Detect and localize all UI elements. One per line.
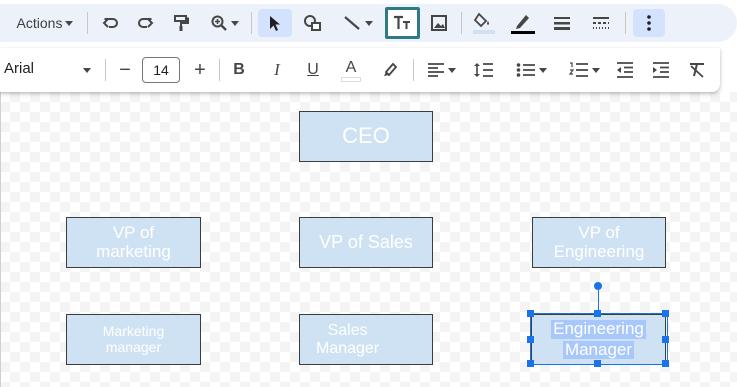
box-label: VP of Sales (319, 231, 413, 252)
marketing-manager-box[interactable]: Marketing manager (66, 314, 201, 365)
resize-handle-nw[interactable] (527, 310, 534, 317)
resize-handle-sw[interactable] (527, 360, 534, 367)
chevron-down-icon (364, 20, 373, 26)
more-options-icon (647, 15, 651, 31)
redo-button[interactable] (131, 9, 159, 37)
clear-formatting-button[interactable] (684, 56, 710, 84)
canvas-edge (0, 92, 1, 387)
highlight-color-button[interactable] (377, 56, 403, 84)
undo-button[interactable] (97, 9, 125, 37)
bulleted-list-button[interactable] (508, 56, 554, 84)
border-dash-icon (593, 17, 609, 29)
toolbar-divider (461, 12, 462, 34)
resize-handle-ne[interactable] (662, 310, 669, 317)
chevron-down-icon (538, 67, 547, 73)
decrease-font-size-button[interactable]: − (112, 56, 138, 84)
toolbar-divider (105, 59, 106, 81)
ceo-box[interactable]: CEO (299, 111, 433, 162)
toolbar-divider (625, 12, 626, 34)
vp-engineering-box[interactable]: VP of Engineering (532, 217, 666, 268)
box-label: VP of marketing (96, 222, 171, 261)
shape-icon (304, 15, 321, 31)
box-label: CEO (342, 123, 390, 149)
chevron-down-icon (230, 20, 239, 26)
toolbar-divider (87, 12, 88, 34)
resize-handle-s[interactable] (594, 360, 601, 367)
chevron-down-icon (447, 67, 456, 73)
shape-tool-button[interactable] (298, 9, 328, 37)
toolbar-divider (251, 12, 252, 34)
zoom-icon (211, 15, 227, 31)
vp-marketing-box[interactable]: VP of marketing (66, 217, 201, 268)
sales-manager-box[interactable]: Sales Manager (299, 314, 433, 365)
toolbar-divider (413, 59, 414, 81)
chevron-down-icon[interactable] (83, 68, 91, 73)
actions-menu-button[interactable]: Actions (10, 9, 80, 37)
box-label: Marketing manager (102, 323, 165, 355)
vp-sales-box[interactable]: VP of Sales (299, 217, 433, 268)
select-tool-button[interactable] (258, 9, 292, 37)
rotation-handle[interactable] (594, 282, 602, 290)
bold-button[interactable]: B (226, 56, 252, 84)
format-toolbar: Arial − 14 + B I U A (0, 48, 720, 92)
increase-font-size-button[interactable]: + (187, 56, 213, 84)
paint-format-button[interactable] (167, 9, 195, 37)
increase-indent-icon (653, 62, 669, 78)
clear-formatting-icon (690, 63, 704, 78)
underline-button[interactable]: U (300, 56, 326, 84)
resize-handle-n[interactable] (594, 310, 601, 317)
align-button[interactable] (420, 56, 462, 84)
italic-button[interactable]: I (264, 56, 290, 84)
border-weight-icon (554, 17, 570, 30)
chevron-down-icon (591, 67, 600, 73)
box-label: Sales Manager (316, 321, 380, 357)
decrease-indent-button[interactable] (612, 56, 638, 84)
zoom-button[interactable] (203, 9, 245, 37)
numbered-list-button[interactable] (562, 56, 606, 84)
line-icon (343, 16, 360, 30)
border-dash-button[interactable] (587, 9, 615, 37)
line-tool-button[interactable] (334, 9, 380, 37)
highlight-icon (384, 62, 398, 77)
border-color-button[interactable] (508, 9, 538, 37)
image-tool-button[interactable] (425, 9, 453, 37)
box-label: VP of Engineering (553, 222, 645, 261)
text-color-label: A (345, 58, 357, 76)
selection-frame (530, 313, 668, 365)
chevron-down-icon (65, 20, 74, 26)
decrease-indent-icon (617, 62, 633, 78)
actions-label: Actions (16, 15, 63, 31)
align-left-icon (427, 63, 444, 77)
border-color-icon (511, 15, 535, 34)
resize-handle-se[interactable] (662, 360, 669, 367)
main-toolbar: Actions (0, 0, 737, 45)
text-color-swatch (341, 76, 361, 82)
toolbar-divider (219, 59, 220, 81)
line-spacing-button[interactable] (470, 56, 498, 84)
select-icon (270, 16, 280, 31)
font-size-input[interactable]: 14 (142, 57, 180, 83)
image-icon (431, 15, 447, 31)
paint-format-icon (174, 15, 189, 31)
border-weight-button[interactable] (548, 9, 576, 37)
undo-icon (102, 18, 118, 28)
text-box-tool-button[interactable] (385, 7, 420, 39)
more-options-button[interactable] (633, 9, 665, 37)
resize-handle-w[interactable] (527, 336, 534, 343)
bulleted-list-icon (516, 63, 535, 77)
font-family-select[interactable]: Arial (4, 60, 34, 77)
fill-color-button[interactable] (469, 9, 499, 37)
text-color-button[interactable]: A (338, 56, 364, 84)
redo-icon (138, 18, 154, 28)
text-box-icon (393, 15, 410, 29)
line-spacing-icon (474, 63, 493, 77)
resize-handle-e[interactable] (662, 336, 669, 343)
fill-color-icon (473, 12, 495, 34)
increase-indent-button[interactable] (648, 56, 674, 84)
numbered-list-icon (568, 62, 588, 77)
